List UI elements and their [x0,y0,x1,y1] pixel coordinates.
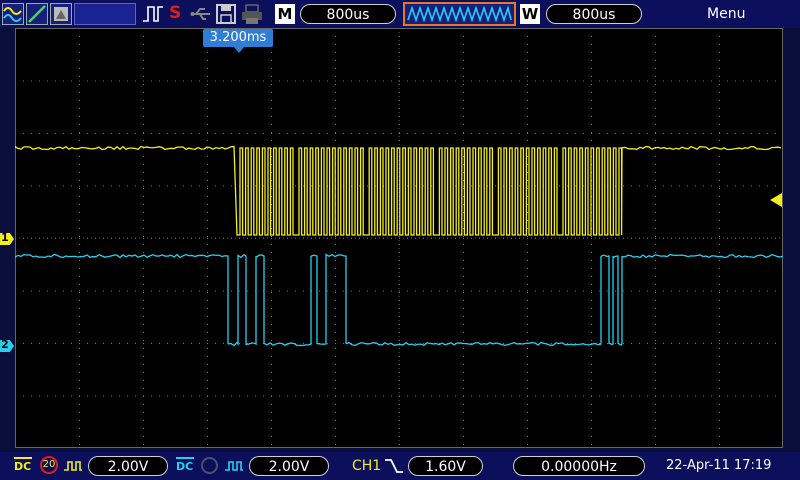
mode-indicator: M [275,4,295,24]
frequency-display: 0.00000Hz [513,456,645,476]
top-status-bar: S M 800us W 800us Menu [0,0,800,28]
usb-icon [190,5,212,23]
menu-button[interactable]: Menu [707,4,745,24]
timebase-display[interactable]: 800us [300,4,396,24]
ch1-coupling-label: DC [14,460,32,473]
trigger-source[interactable]: CH1 [352,456,381,476]
ch1-probe-icon [63,458,83,474]
run-mode-icon[interactable] [2,3,24,25]
stop-indicator: S [169,3,181,23]
waveform-window-icon[interactable] [403,2,516,26]
datetime-display: 22-Apr-11 17:19 [666,456,771,476]
ch2-probe-icon [224,458,244,474]
trigger-slope-falling-icon[interactable] [383,458,405,474]
ch2-coupling-dc-icon[interactable]: DC [176,457,194,475]
trigger-level-marker-icon[interactable] [770,193,782,207]
ch1-marker-icon[interactable]: 1 [0,233,14,245]
print-icon[interactable] [50,3,72,25]
ch2-marker-label: 2 [1,338,9,351]
waveform-display [15,28,783,448]
trigger-position-label: 3.200ms [203,29,273,47]
ch2-marker-icon[interactable]: 2 [0,340,14,352]
trigger-level-display[interactable]: 1.60V [408,456,483,476]
save-icon[interactable] [215,3,237,25]
trigger-position-pointer-icon [234,47,244,53]
trigger-position-flag[interactable]: 3.200ms [203,29,273,47]
display-mode-box[interactable] [74,3,136,25]
ch1-volts-div[interactable]: 2.00V [88,456,168,476]
auto-icon[interactable] [26,3,48,25]
ch2-coupling-label: DC [176,460,194,473]
ch1-waveform [15,147,781,235]
ch2-bandwidth-icon[interactable] [201,457,218,474]
ch1-marker-label: 1 [1,231,9,244]
printer-icon[interactable] [240,3,264,25]
bandwidth-limit-icon[interactable]: 20 [40,456,58,474]
window-indicator: W [520,4,540,24]
bandwidth-limit-label: 20 [42,458,56,472]
bottom-status-bar: DC 20 2.00V DC 2.00V CH1 1.60V 0.00000Hz… [0,452,800,480]
ch1-coupling-dc-icon[interactable]: DC [14,457,32,475]
window-timebase-display[interactable]: 800us [546,4,642,24]
ch2-volts-div[interactable]: 2.00V [249,456,329,476]
trigger-edge-icon [142,4,164,24]
